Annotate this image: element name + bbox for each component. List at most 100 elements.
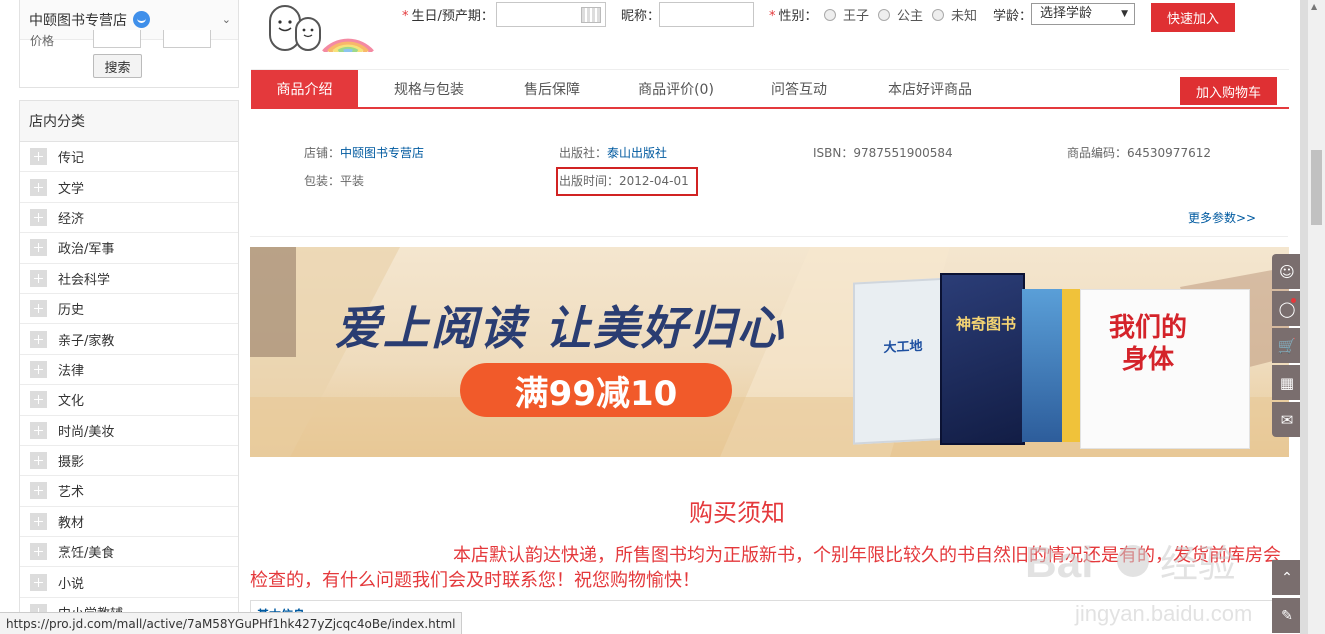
svg-text:经验: 经验 [1160, 542, 1236, 586]
category-item[interactable]: 社会科学 [20, 264, 238, 294]
category-item[interactable]: 教材 [20, 507, 238, 538]
expand-plus-icon[interactable] [30, 512, 47, 530]
shop-link[interactable]: 中颐图书专营店 [340, 146, 424, 160]
age-select-value: 选择学龄 [1040, 6, 1093, 21]
category-label: 亲子/家教 [58, 333, 115, 349]
category-item[interactable]: 经济 [20, 203, 238, 234]
category-label: 经济 [58, 211, 85, 227]
calendar-icon[interactable] [581, 7, 601, 23]
coupon-icon[interactable]: ▦ [1272, 365, 1302, 400]
tab-product-intro[interactable]: 商品介绍 [251, 70, 358, 108]
search-button[interactable]: 搜索 [93, 54, 142, 78]
category-item[interactable]: 政治/军事 [20, 233, 238, 264]
quick-join-button[interactable]: 快速加入 [1151, 3, 1235, 32]
expand-plus-icon[interactable] [30, 391, 47, 409]
param-publisher: 出版社：泰山出版社 [559, 146, 668, 160]
category-label: 艺术 [58, 485, 85, 501]
banner-sale-badge: 满99减10 [460, 363, 732, 417]
shop-name[interactable]: 中颐图书专营店 [29, 10, 127, 30]
svg-text:jingyan.baidu.com: jingyan.baidu.com [1074, 601, 1252, 626]
category-label: 小说 [58, 576, 85, 592]
user-icon[interactable]: ◯ [1272, 291, 1302, 326]
tab-qa[interactable]: 问答互动 [748, 70, 850, 108]
category-item[interactable]: 亲子/家教 [20, 324, 238, 355]
expand-plus-icon[interactable] [30, 573, 47, 591]
chat-icon[interactable]: ☺ [1272, 254, 1302, 289]
age-label: 学龄： [993, 9, 1033, 24]
expand-plus-icon[interactable] [30, 421, 47, 439]
category-title: 店内分类 [20, 101, 238, 142]
param-shop: 店铺：中颐图书专营店 [304, 146, 425, 160]
promo-banner[interactable]: 爱上阅读 让美好归心 满99减10 大工地 神奇图书 我们的身体 [250, 247, 1289, 457]
nickname-input[interactable] [659, 2, 754, 27]
category-list: 传记文学经济政治/军事 社会科学历史亲子/家教法律文化 时尚/美妆 摄影艺术教材烹饪/… [20, 142, 238, 629]
expand-plus-icon[interactable] [30, 330, 47, 348]
scroll-thumb[interactable] [1311, 150, 1322, 225]
age-select[interactable]: 选择学龄 ▼ [1031, 3, 1135, 25]
expand-plus-icon[interactable] [30, 148, 47, 166]
expand-plus-icon[interactable] [30, 360, 47, 378]
category-item[interactable]: 文化 [20, 385, 238, 416]
scrollbar[interactable]: ▲ [1308, 0, 1325, 634]
expand-plus-icon[interactable] [30, 178, 47, 196]
category-label: 传记 [58, 151, 85, 167]
kids-logo [269, 5, 374, 52]
birthday-input[interactable] [496, 2, 606, 27]
gender-radio-princess[interactable] [878, 9, 890, 21]
expand-plus-icon[interactable] [30, 208, 47, 226]
message-icon[interactable]: ✉ [1272, 402, 1302, 437]
add-to-cart-button[interactable]: 加入购物车 [1180, 77, 1277, 105]
param-publish-time: 出版时间：2012-04-01 [559, 174, 689, 188]
banner-headline: 爱上阅读 让美好归心 [335, 301, 786, 355]
category-item[interactable]: 摄影 [20, 446, 238, 477]
param-isbn: ISBN：9787551900584 [813, 146, 953, 160]
gender-radio-prince[interactable] [824, 9, 836, 21]
nickname-label: 昵称： [621, 9, 661, 24]
category-label: 文学 [58, 181, 85, 197]
expand-plus-icon[interactable] [30, 482, 47, 500]
category-label: 教材 [58, 515, 85, 531]
svg-text:Bai: Bai [1025, 538, 1093, 587]
param-packaging: 包装：平装 [304, 174, 365, 188]
tab-shop-top-rated[interactable]: 本店好评商品 [875, 70, 985, 108]
category-label: 法律 [58, 363, 85, 379]
price-min-input[interactable] [93, 30, 141, 48]
category-item[interactable]: 文学 [20, 172, 238, 203]
chat-icon[interactable] [133, 11, 150, 28]
gender-radio-unknown[interactable] [932, 9, 944, 21]
chevron-down-icon[interactable]: ⌄ [222, 13, 231, 26]
category-item[interactable]: 艺术 [20, 476, 238, 507]
price-filter: 价格 到 [20, 30, 238, 50]
more-params-link[interactable]: 更多参数>> [1188, 209, 1256, 226]
tab-after-sales[interactable]: 售后保障 [501, 70, 603, 108]
book-cover-title: 神奇图书 [955, 315, 1016, 333]
scroll-up-icon[interactable]: ▲ [1311, 2, 1317, 11]
gender-option-unknown: 未知 [951, 9, 978, 24]
book-cover-spine [1022, 289, 1062, 442]
expand-plus-icon[interactable] [30, 239, 47, 257]
category-item[interactable]: 法律 [20, 355, 238, 386]
cart-icon[interactable]: 🛒 [1272, 328, 1302, 363]
category-item[interactable]: 传记 [20, 142, 238, 173]
category-label: 历史 [58, 303, 85, 319]
category-label: 烹饪/美食 [58, 546, 115, 562]
category-item[interactable]: 烹饪/美食 [20, 537, 238, 568]
book-cover-science: 神奇图书 [940, 273, 1025, 445]
shop-box: 中颐图书专营店 ⌄ 价格 到 搜索 [19, 0, 239, 88]
gender-option-princess: 公主 [897, 9, 924, 24]
expand-plus-icon[interactable] [30, 269, 47, 287]
notice-title: 购买须知 [689, 499, 785, 527]
category-item[interactable]: 历史 [20, 294, 238, 325]
expand-plus-icon[interactable] [30, 543, 47, 561]
expand-plus-icon[interactable] [30, 300, 47, 318]
category-item[interactable]: 时尚/美妆 [20, 416, 238, 446]
baidu-jingyan-watermark: Bai 经验 jingyan.baidu.com [1025, 538, 1252, 626]
publisher-link[interactable]: 泰山出版社 [607, 146, 667, 160]
expand-plus-icon[interactable] [30, 452, 47, 470]
category-item[interactable]: 小说 [20, 567, 238, 598]
tab-reviews[interactable]: 商品评价(0) [625, 70, 727, 108]
divider [250, 236, 1288, 237]
tab-specs[interactable]: 规格与包装 [378, 70, 480, 108]
birthday-label: * 生日/预产期： [402, 9, 494, 24]
price-max-input[interactable] [163, 30, 211, 48]
